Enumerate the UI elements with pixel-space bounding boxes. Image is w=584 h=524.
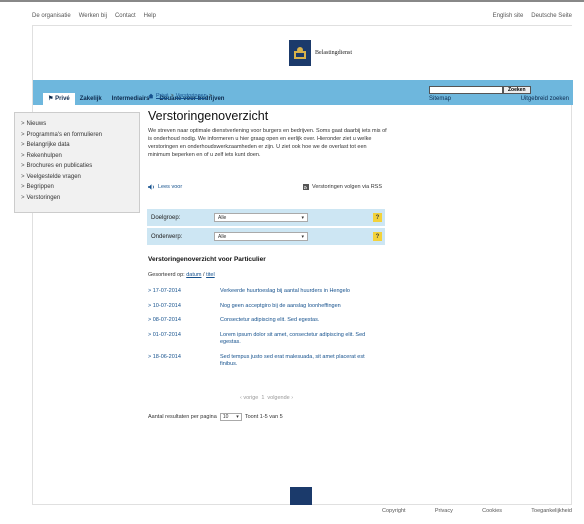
sort-row: Gesorteerd op: datum / titel — [148, 272, 215, 278]
list-item[interactable]: > 17-07-2014 Verkeerde huurtoeslag bij a… — [148, 288, 388, 296]
utility-bar: De organisatie Werken bij Contact Help E… — [32, 13, 572, 25]
filter-doelgroep-select[interactable]: Alle ▾ — [214, 213, 308, 222]
list-item[interactable]: > 18-06-2014 Sed tempus justo sed erat m… — [148, 354, 388, 369]
item-link[interactable]: Sed tempus justo sed erat malesuada, sit… — [220, 354, 376, 369]
footer-links: Copyright Privacy Cookies Toegankelijkhe… — [382, 508, 572, 514]
home-icon: ⚑ — [48, 96, 54, 102]
pager-prev[interactable]: ‹ vorige — [240, 395, 258, 401]
breadcrumb-prive[interactable]: Privé — [156, 93, 169, 99]
footer-bar — [32, 487, 572, 505]
dropdown-arrow-icon: ▾ — [236, 414, 239, 420]
site-logo[interactable]: Belastingdienst — [289, 40, 352, 66]
item-link[interactable]: Nog geen acceptgiro bij de aanslag loonh… — [220, 303, 376, 311]
action-row: Lees voor Verstoringen volgen via RSS — [148, 184, 382, 190]
per-page-label: Aantal resultaten per pagina — [148, 414, 217, 420]
logo-text: Belastingdienst — [315, 50, 352, 56]
sort-separator: / — [203, 272, 205, 278]
sidebar-item-veelgestelde-vragen[interactable]: > Veelgestelde vragen — [21, 172, 133, 183]
per-page-select[interactable]: 10 ▾ — [219, 413, 242, 421]
util-link-contact[interactable]: Contact — [115, 13, 136, 25]
item-link[interactable]: Lorem ipsum dolor sit amet, consectetur … — [220, 332, 376, 347]
sidebar-item-belangrijke-data[interactable]: > Belangrijke data — [21, 140, 133, 151]
util-link-werken-bij[interactable]: Werken bij — [79, 13, 107, 25]
main-nav: ⚑ Privé Zakelijk Intermediairs Douane vo… — [33, 80, 573, 105]
footer-link-cookies[interactable]: Cookies — [482, 508, 502, 514]
item-date: > 08-07-2014 — [148, 317, 181, 323]
nav-sublinks: Sitemap Uitgebreid zoeken — [429, 96, 569, 102]
help-icon[interactable]: ? — [373, 232, 382, 241]
utility-links-right: English site Deutsche Seite — [493, 13, 572, 25]
rss-link[interactable]: Verstoringen volgen via RSS — [302, 184, 382, 190]
sort-by-title[interactable]: titel — [206, 272, 215, 278]
page-title: Verstoringenoverzicht — [148, 109, 269, 123]
tab-prive[interactable]: ⚑ Privé — [43, 93, 75, 105]
filter-doelgroep-label: Doelgroep: — [151, 214, 181, 221]
list-item[interactable]: > 01-07-2014 Lorem ipsum dolor sit amet,… — [148, 332, 388, 347]
rss-icon — [302, 184, 309, 190]
search-input[interactable] — [429, 86, 503, 94]
tab-zakelijk[interactable]: Zakelijk — [75, 93, 107, 105]
intro-text: We streven naar optimale dienstverlening… — [148, 128, 387, 158]
read-aloud-button[interactable]: Lees voor — [148, 184, 182, 190]
item-link[interactable]: Consectetur adipiscing elit. Sed egestas… — [220, 317, 376, 325]
main-content: Verstoringenoverzicht We streven naar op… — [148, 109, 388, 159]
list-item[interactable]: > 08-07-2014 Consectetur adipiscing elit… — [148, 317, 388, 325]
filter-onderwerp-label: Onderwerp: — [151, 233, 183, 240]
sidebar-item-rekenhulpen[interactable]: > Rekenhulpen — [21, 151, 133, 162]
results-list: > 17-07-2014 Verkeerde huurtoeslag bij a… — [148, 288, 388, 376]
sitemap-link[interactable]: Sitemap — [429, 96, 451, 102]
sidebar-item-programmas[interactable]: > Programma's en formulieren — [21, 130, 133, 141]
footer-link-accessibility[interactable]: Toegankelijkheid — [531, 508, 572, 514]
filter-onderwerp: Onderwerp: Alle ▾ ? — [147, 228, 385, 245]
sidebar: > Nieuws > Programma's en formulieren > Bel… — [14, 112, 140, 213]
filter-doelgroep: Doelgroep: Alle ▾ ? — [147, 209, 385, 226]
sidebar-item-nieuws[interactable]: > Nieuws — [21, 119, 133, 130]
speaker-icon — [148, 184, 154, 190]
sort-by-date[interactable]: datum — [186, 272, 201, 278]
search-form: Zoeken — [429, 86, 531, 94]
window-top-border — [0, 0, 584, 2]
pager-next[interactable]: volgende › — [267, 395, 293, 401]
item-link[interactable]: Verkeerde huurtoeslag bij aantal huurder… — [220, 288, 376, 296]
item-date: > 01-07-2014 — [148, 331, 181, 338]
pager-page-1[interactable]: 1 — [261, 395, 264, 401]
page-container: Belastingdienst ⚑ Privé Zakelijk Interme… — [32, 25, 573, 505]
breadcrumb-separator: > — [208, 93, 212, 99]
search-button[interactable]: Zoeken — [503, 86, 531, 94]
breadcrumb: Privé > Verstoringen > — [148, 93, 212, 99]
breadcrumb-separator: > — [170, 93, 174, 99]
footer-link-privacy[interactable]: Privacy — [435, 508, 453, 514]
advanced-search-link[interactable]: Uitgebreid zoeken — [521, 96, 569, 102]
util-link-organisatie[interactable]: De organisatie — [32, 13, 71, 25]
footer-link-copyright[interactable]: Copyright — [382, 508, 406, 514]
results-title: Verstoringenoverzicht voor Particulier — [148, 256, 266, 263]
util-link-help[interactable]: Help — [144, 13, 156, 25]
util-link-deutsch[interactable]: Deutsche Seite — [531, 13, 572, 25]
site-header: Belastingdienst — [33, 26, 573, 80]
sidebar-item-verstoringen[interactable]: > Verstoringen — [21, 193, 133, 204]
list-item[interactable]: > 10-07-2014 Nog geen acceptgiro bij de … — [148, 303, 388, 311]
breadcrumb-verstoringen[interactable]: Verstoringen — [176, 93, 207, 99]
pagination: ‹ vorige 1 volgende › — [240, 395, 293, 401]
dropdown-arrow-icon: ▾ — [301, 214, 304, 221]
utility-links-left: De organisatie Werken bij Contact Help — [32, 13, 156, 25]
help-icon[interactable]: ? — [373, 213, 382, 222]
result-count: Toont 1-5 van 5 — [244, 414, 283, 420]
footer-brand-block — [290, 487, 312, 505]
filter-onderwerp-select[interactable]: Alle ▾ — [214, 232, 308, 241]
item-date: > 10-07-2014 — [148, 302, 181, 309]
sidebar-item-brochures[interactable]: > Brochures en publicaties — [21, 161, 133, 172]
util-link-english[interactable]: English site — [493, 13, 524, 25]
home-icon[interactable] — [148, 93, 154, 99]
dropdown-arrow-icon: ▾ — [301, 233, 304, 240]
sort-label: Gesorteerd op: — [148, 272, 185, 278]
crest-icon — [289, 40, 311, 66]
item-date: > 18-06-2014 — [148, 353, 181, 360]
per-page-row: Aantal resultaten per pagina 10 ▾ Toont 1… — [148, 413, 283, 421]
sidebar-item-begrippen[interactable]: > Begrippen — [21, 182, 133, 193]
item-date: > 17-07-2014 — [148, 288, 181, 294]
